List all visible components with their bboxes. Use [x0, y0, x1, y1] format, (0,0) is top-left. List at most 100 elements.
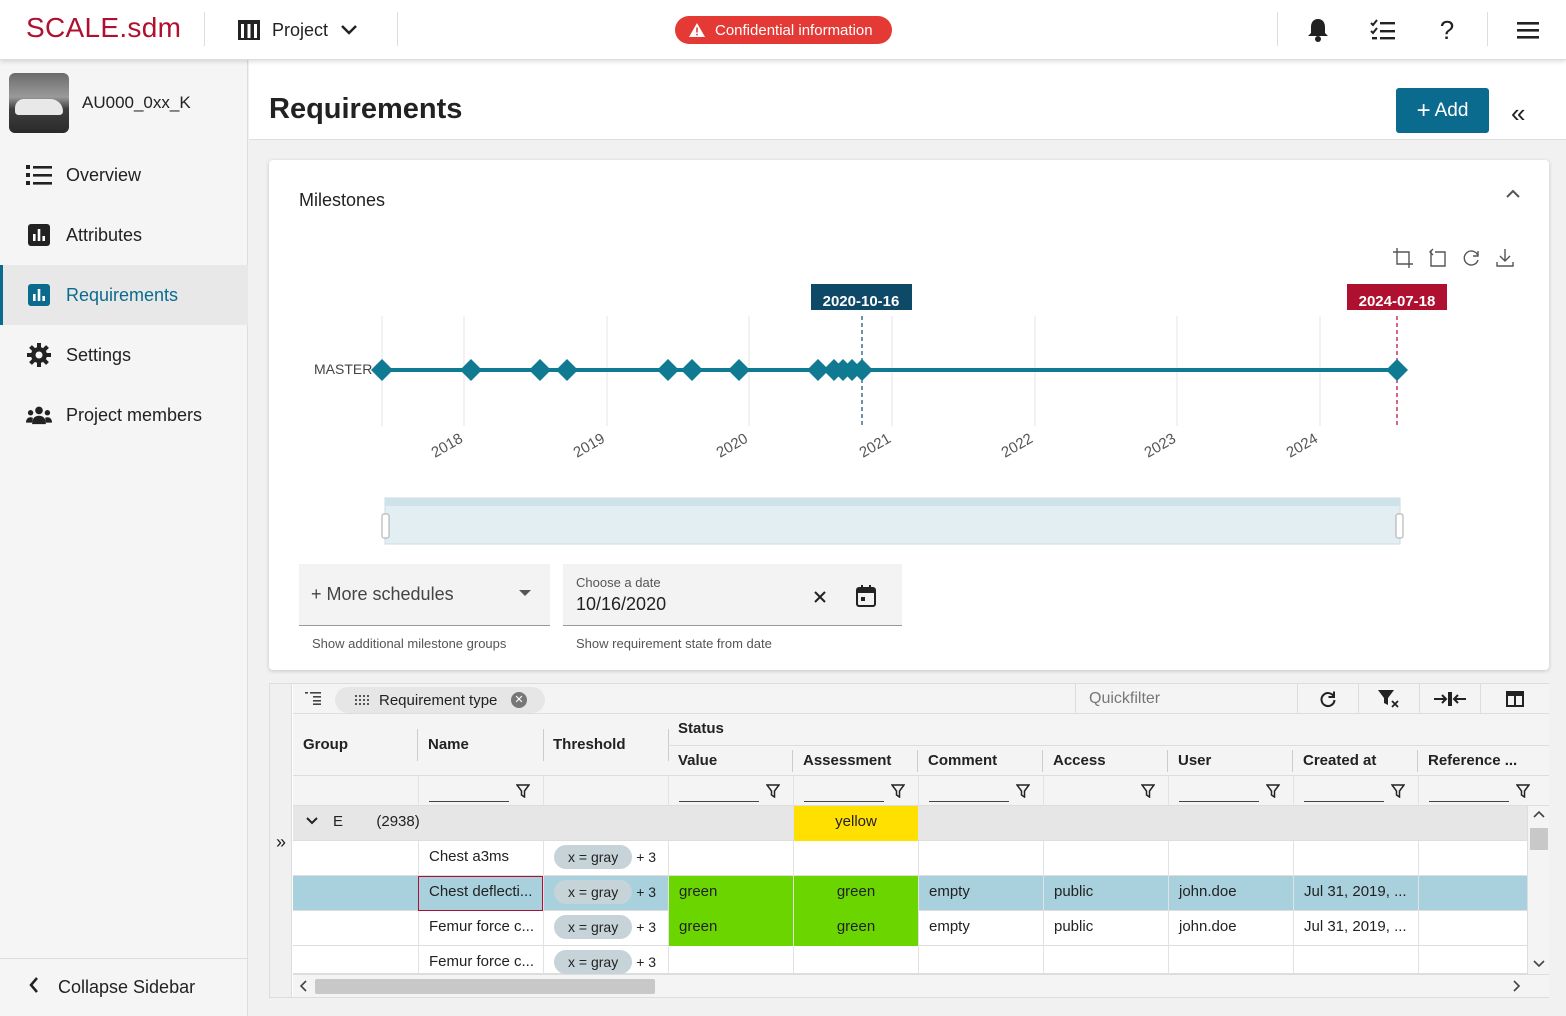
range-handle-left[interactable]: [381, 513, 390, 539]
column-header-value[interactable]: Value: [668, 752, 793, 769]
collapse-sidebar-button[interactable]: Collapse Sidebar: [0, 958, 248, 1016]
horizontal-scroll-thumb[interactable]: [315, 979, 655, 994]
list-icon: [26, 162, 52, 188]
fit-columns-button[interactable]: [1419, 684, 1480, 714]
vertical-scrollbar[interactable]: [1527, 806, 1549, 974]
range-slider-handle-bar[interactable]: [385, 498, 1400, 506]
scroll-up-icon[interactable]: [1533, 810, 1545, 818]
tasks-button[interactable]: [1369, 16, 1397, 44]
column-header-threshold[interactable]: Threshold: [543, 736, 668, 753]
clear-filters-button[interactable]: [1358, 684, 1419, 714]
scroll-left-icon[interactable]: [299, 980, 307, 992]
project-menu-button[interactable]: Project: [238, 14, 358, 46]
threshold-tag[interactable]: x = gray: [554, 915, 633, 939]
notifications-button[interactable]: [1304, 16, 1332, 44]
milestone-point[interactable]: [460, 359, 482, 381]
chevron-down-icon[interactable]: [305, 816, 319, 826]
year-label: 2018: [429, 430, 466, 461]
help-button[interactable]: ?: [1433, 15, 1461, 45]
column-header-created-at[interactable]: Created at: [1293, 752, 1418, 769]
filter-comment[interactable]: [918, 776, 1043, 806]
date-picker-field[interactable]: Choose a date 10/16/2020: [563, 564, 902, 626]
filter-icon[interactable]: [1266, 784, 1280, 798]
milestone-point[interactable]: [529, 359, 551, 381]
filter-icon[interactable]: [1516, 784, 1530, 798]
filter-assessment[interactable]: [793, 776, 918, 806]
filter-access[interactable]: [1043, 776, 1168, 806]
group-row[interactable]: E (2938) yellow: [293, 806, 1527, 841]
app-logo[interactable]: SCALE.sdm: [26, 12, 181, 44]
scroll-down-icon[interactable]: [1533, 960, 1545, 968]
columns-panel-button[interactable]: [1480, 684, 1549, 714]
scroll-right-icon[interactable]: [1513, 980, 1521, 992]
row-group-panel-button[interactable]: [305, 691, 321, 709]
vertical-scroll-thumb[interactable]: [1530, 828, 1548, 850]
clear-date-button[interactable]: [813, 588, 827, 609]
gear-icon: [26, 342, 52, 368]
filter-value[interactable]: [668, 776, 793, 806]
cell-user: john.doe: [1168, 876, 1293, 911]
column-header-access[interactable]: Access: [1043, 752, 1168, 769]
column-header-user[interactable]: User: [1168, 752, 1293, 769]
quickfilter-input[interactable]: Quickfilter: [1075, 684, 1297, 714]
refresh-grid-button[interactable]: [1297, 684, 1358, 714]
milestone-point[interactable]: [657, 359, 679, 381]
milestone-point[interactable]: [1386, 359, 1408, 381]
filter-row: [293, 776, 1549, 806]
table-row[interactable]: Femur force c... x = gray + 3: [293, 946, 1527, 981]
remove-group-icon[interactable]: ✕: [511, 692, 527, 708]
filter-icon[interactable]: [1016, 784, 1030, 798]
people-icon: [26, 402, 52, 428]
filter-icon[interactable]: [766, 784, 780, 798]
add-button[interactable]: + Add: [1396, 88, 1489, 133]
filter-created-at[interactable]: [1293, 776, 1418, 806]
threshold-tag[interactable]: x = gray: [554, 950, 633, 974]
main-menu-button[interactable]: [1514, 16, 1542, 44]
filter-icon[interactable]: [516, 784, 530, 798]
cell-name-focused[interactable]: Chest deflecti...: [418, 876, 543, 911]
milestone-point[interactable]: [556, 359, 578, 381]
column-header-comment[interactable]: Comment: [918, 752, 1043, 769]
filter-name[interactable]: [418, 776, 543, 806]
more-schedules-hint: Show additional milestone groups: [312, 636, 507, 651]
filter-icon[interactable]: [891, 784, 905, 798]
group-by-chip[interactable]: Requirement type ✕: [335, 687, 545, 713]
sidebar-item-project-members[interactable]: Project members: [0, 385, 248, 445]
chevron-left-icon: [28, 976, 40, 999]
column-header-assessment[interactable]: Assessment: [793, 752, 918, 769]
collapse-panel-button[interactable]: «: [1511, 98, 1525, 129]
table-row-selected[interactable]: Chest deflecti... x = gray + 3 green gree…: [293, 876, 1527, 911]
cell-assessment: green: [793, 876, 918, 911]
threshold-tag[interactable]: x = gray: [554, 880, 633, 904]
threshold-tag[interactable]: x = gray: [554, 845, 633, 869]
expand-side-panel-button[interactable]: »: [270, 832, 292, 853]
filter-reference[interactable]: [1418, 776, 1549, 806]
open-calendar-button[interactable]: [856, 585, 876, 612]
filter-icon[interactable]: [1141, 784, 1155, 798]
sidebar-item-overview[interactable]: Overview: [0, 145, 248, 205]
filter-user[interactable]: [1168, 776, 1293, 806]
column-header-reference[interactable]: Reference ...: [1418, 752, 1543, 769]
bell-icon: [1308, 19, 1328, 42]
column-header-name[interactable]: Name: [418, 736, 543, 753]
range-handle-right[interactable]: [1395, 513, 1404, 539]
horizontal-scrollbar[interactable]: [293, 974, 1549, 997]
drag-handle-icon: [355, 695, 369, 705]
table-row[interactable]: Chest a3ms x = gray + 3: [293, 841, 1527, 876]
milestone-point[interactable]: [728, 359, 750, 381]
top-bar: SCALE.sdm Project Confidential informati…: [0, 0, 1566, 60]
milestone-point[interactable]: [681, 359, 703, 381]
project-header[interactable]: AU000_0xx_K: [9, 73, 191, 133]
cell-user: john.doe: [1168, 911, 1293, 946]
sidebar-item-requirements[interactable]: Requirements: [0, 265, 248, 325]
milestone-point[interactable]: [371, 359, 393, 381]
project-icon: [238, 20, 260, 40]
filter-icon[interactable]: [1391, 784, 1405, 798]
more-schedules-select[interactable]: + More schedules: [299, 564, 550, 626]
warning-icon: [689, 23, 705, 37]
sidebar-item-attributes[interactable]: Attributes: [0, 205, 248, 265]
column-header-group[interactable]: Group: [293, 736, 417, 753]
sidebar-item-settings[interactable]: Settings: [0, 325, 248, 385]
close-icon: [814, 591, 826, 603]
table-row[interactable]: Femur force c... x = gray + 3 green green…: [293, 911, 1527, 946]
